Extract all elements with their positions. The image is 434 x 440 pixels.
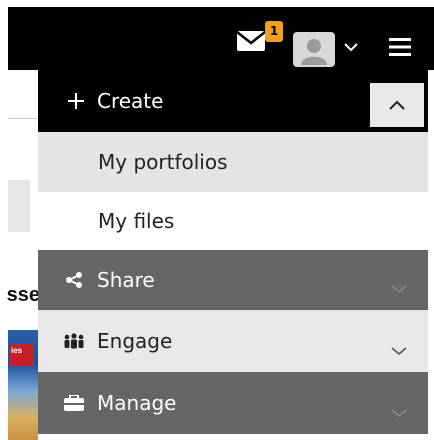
people-group-icon: [62, 310, 86, 372]
page-divider: [8, 118, 38, 119]
menu-section-create[interactable]: Create: [38, 70, 428, 132]
menu-item-my-files[interactable]: My files: [38, 192, 428, 250]
menu-section-label: Share: [97, 268, 155, 292]
menu-bottom-edge: [38, 434, 428, 440]
main-nav-menu: Create My portfolios My files Share Enga…: [38, 70, 428, 440]
top-header: 1: [8, 7, 434, 70]
chevron-down-icon: [388, 402, 410, 424]
menu-section-label: Engage: [97, 329, 173, 353]
messages-count-badge: 1: [265, 21, 283, 42]
menu-section-share[interactable]: Share: [38, 250, 428, 310]
chevron-up-icon: [388, 96, 406, 115]
menu-item-label: My files: [98, 209, 175, 233]
menu-section-manage[interactable]: Manage: [38, 372, 428, 434]
share-icon: [62, 250, 86, 310]
menu-section-label: Create: [97, 89, 164, 113]
plus-icon: [64, 70, 88, 132]
collapse-create-button[interactable]: [370, 83, 424, 127]
briefcase-icon: [62, 372, 86, 434]
menu-section-engage[interactable]: Engage: [38, 310, 428, 372]
user-avatar[interactable]: [293, 32, 335, 67]
menu-item-label: My portfolios: [98, 150, 228, 174]
hamburger-icon[interactable]: [389, 37, 411, 57]
page-right-edge: [428, 70, 434, 440]
page-heading-fragment: sse: [6, 284, 40, 306]
menu-section-label: Manage: [97, 391, 177, 415]
chevron-down-icon[interactable]: [343, 39, 359, 55]
chevron-down-icon: [388, 278, 410, 300]
page-card-fragment: [8, 180, 30, 232]
chevron-down-icon: [388, 340, 410, 362]
image-tag: ies: [10, 344, 34, 366]
menu-item-my-portfolios[interactable]: My portfolios: [38, 132, 428, 192]
